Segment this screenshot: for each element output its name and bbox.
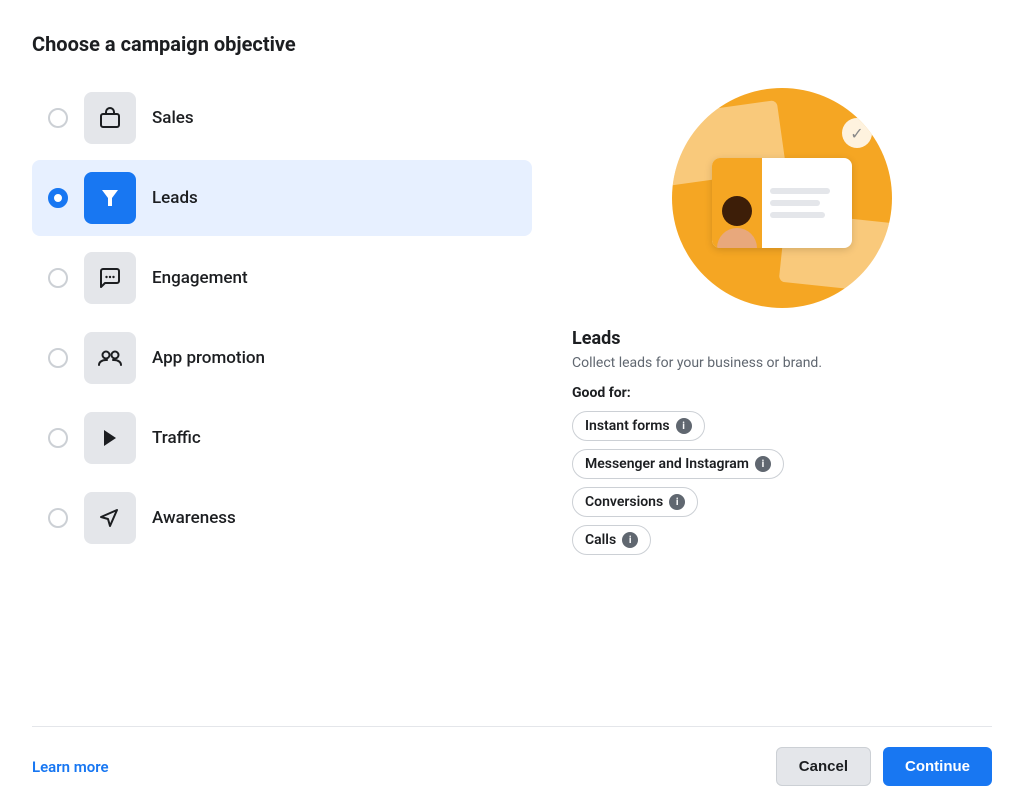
app-promotion-icon-box bbox=[84, 332, 136, 384]
traffic-label: Traffic bbox=[152, 428, 201, 448]
detail-objective-name: Leads bbox=[572, 328, 992, 349]
awareness-label: Awareness bbox=[152, 508, 236, 528]
radio-leads[interactable] bbox=[48, 188, 68, 208]
footer-buttons: Cancel Continue bbox=[776, 747, 992, 786]
sales-label: Sales bbox=[152, 108, 194, 128]
radio-traffic[interactable] bbox=[48, 428, 68, 448]
tag-instant-forms-label: Instant forms bbox=[585, 418, 670, 434]
sales-icon bbox=[98, 106, 122, 130]
profile-card bbox=[712, 158, 852, 248]
tag-conversions: Conversions i bbox=[572, 487, 698, 517]
objective-item-engagement[interactable]: Engagement bbox=[32, 240, 532, 316]
avatar-section bbox=[712, 158, 762, 248]
radio-app-promotion[interactable] bbox=[48, 348, 68, 368]
traffic-icon bbox=[98, 426, 122, 450]
radio-sales[interactable] bbox=[48, 108, 68, 128]
line-1 bbox=[770, 188, 830, 194]
tag-conversions-label: Conversions bbox=[585, 494, 663, 510]
detail-description: Collect leads for your business or brand… bbox=[572, 355, 992, 371]
objective-item-app-promotion[interactable]: App promotion bbox=[32, 320, 532, 396]
card-lines bbox=[762, 158, 838, 248]
line-3 bbox=[770, 212, 825, 218]
dialog-title: Choose a campaign objective bbox=[32, 32, 992, 56]
objective-item-sales[interactable]: Sales bbox=[32, 80, 532, 156]
calls-info-icon[interactable]: i bbox=[622, 532, 638, 548]
instant-forms-info-icon[interactable]: i bbox=[676, 418, 692, 434]
leads-illustration: ✓ bbox=[672, 88, 892, 308]
messenger-instagram-info-icon[interactable]: i bbox=[755, 456, 771, 472]
good-for-label: Good for: bbox=[572, 385, 992, 401]
app-promotion-label: App promotion bbox=[152, 348, 265, 368]
tag-calls: Calls i bbox=[572, 525, 651, 555]
leads-icon bbox=[98, 186, 122, 210]
objective-item-awareness[interactable]: Awareness bbox=[32, 480, 532, 556]
objectives-list: Sales Leads bbox=[32, 80, 532, 702]
engagement-icon bbox=[98, 266, 122, 290]
engagement-icon-box bbox=[84, 252, 136, 304]
dialog-footer: Learn more Cancel Continue bbox=[32, 726, 992, 810]
radio-awareness[interactable] bbox=[48, 508, 68, 528]
awareness-icon bbox=[98, 506, 122, 530]
tag-messenger-instagram-label: Messenger and Instagram bbox=[585, 456, 749, 472]
app-promotion-icon bbox=[97, 345, 123, 371]
tag-instant-forms: Instant forms i bbox=[572, 411, 705, 441]
continue-button[interactable]: Continue bbox=[883, 747, 992, 786]
radio-engagement[interactable] bbox=[48, 268, 68, 288]
objective-item-traffic[interactable]: Traffic bbox=[32, 400, 532, 476]
check-badge: ✓ bbox=[842, 118, 872, 148]
campaign-objective-dialog: Choose a campaign objective Sales bbox=[0, 0, 1024, 810]
traffic-icon-box bbox=[84, 412, 136, 464]
leads-icon-box bbox=[84, 172, 136, 224]
awareness-icon-box bbox=[84, 492, 136, 544]
engagement-label: Engagement bbox=[152, 268, 248, 288]
line-2 bbox=[770, 200, 820, 206]
detail-panel: ✓ Leads Collect leads for your business … bbox=[572, 80, 992, 702]
illustration-circle: ✓ bbox=[672, 88, 892, 308]
learn-more-link[interactable]: Learn more bbox=[32, 758, 109, 776]
dialog-body: Sales Leads bbox=[32, 80, 992, 702]
conversions-info-icon[interactable]: i bbox=[669, 494, 685, 510]
tags-list: Instant forms i Messenger and Instagram … bbox=[572, 411, 992, 555]
tag-messenger-instagram: Messenger and Instagram i bbox=[572, 449, 784, 479]
sales-icon-box bbox=[84, 92, 136, 144]
cancel-button[interactable]: Cancel bbox=[776, 747, 871, 786]
tag-calls-label: Calls bbox=[585, 532, 616, 548]
objective-item-leads[interactable]: Leads bbox=[32, 160, 532, 236]
leads-label: Leads bbox=[152, 188, 198, 208]
